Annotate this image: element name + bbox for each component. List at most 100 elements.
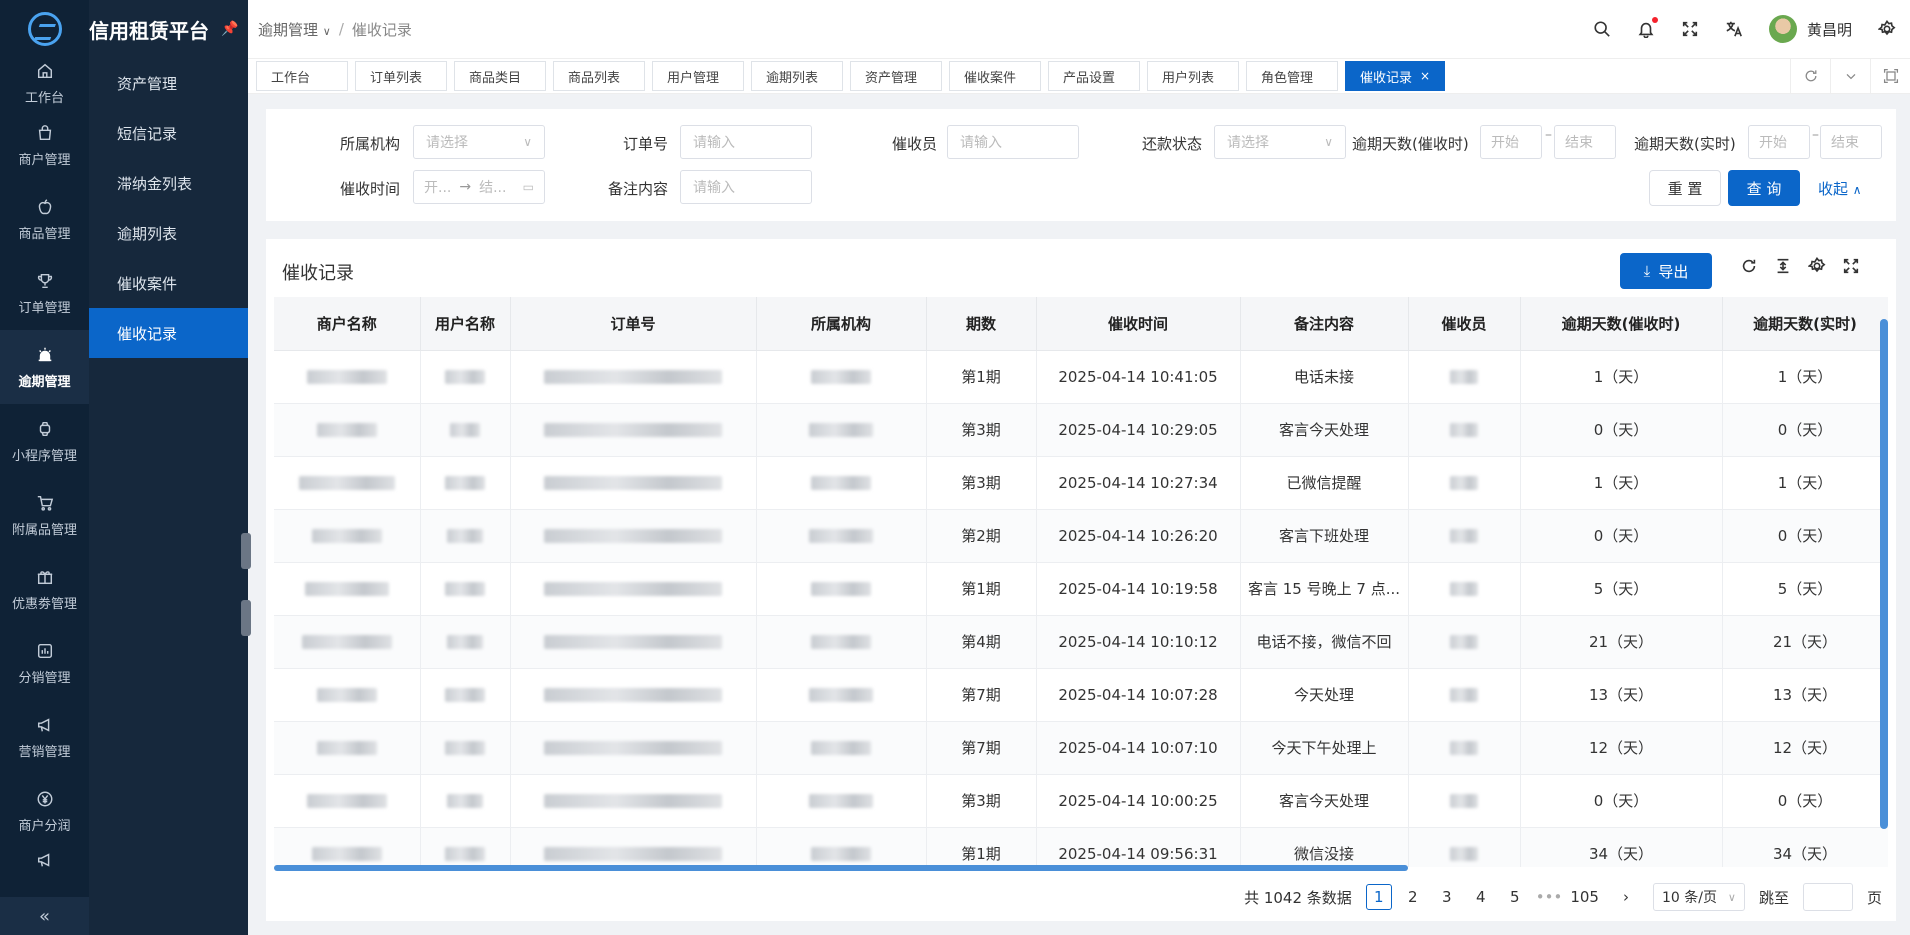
- tab[interactable]: 商品类目: [454, 61, 546, 91]
- submenu-item[interactable]: 短信记录: [89, 108, 248, 158]
- column-header[interactable]: 商户名称: [274, 297, 421, 351]
- rail-item-alarm[interactable]: 逾期管理: [0, 330, 89, 404]
- rail-item-gift[interactable]: 优惠劵管理: [0, 552, 89, 626]
- refresh-icon[interactable]: [1740, 257, 1758, 275]
- page-number[interactable]: 105: [1570, 884, 1599, 910]
- pin-icon[interactable]: 📌: [221, 21, 238, 37]
- page-number[interactable]: 1: [1365, 884, 1392, 910]
- table-row[interactable]: 第1期 2025-04-14 10:41:05 电话未接 1（天） 1（天）: [274, 350, 1888, 404]
- tab[interactable]: 用户管理: [652, 61, 744, 91]
- rail-item-cart[interactable]: 附属品管理: [0, 478, 89, 552]
- tab-bar: 工作台 订单列表 商品类目 商品列表 用户管理 逾期列表 资产管理 催收案件 产品设置 用户列表 角…: [248, 58, 1910, 94]
- table-row[interactable]: 第2期 2025-04-14 10:26:20 客言下班处理 0（天） 0（天）: [274, 509, 1888, 563]
- overdue-real-end[interactable]: 结束: [1820, 125, 1882, 159]
- rail-item-more[interactable]: [0, 848, 89, 878]
- table-row[interactable]: 第1期 2025-04-14 09:56:31 微信没接 34（天） 34（天）: [274, 827, 1888, 867]
- tab[interactable]: 资产管理: [850, 61, 942, 91]
- collapse-sidebar-button[interactable]: «: [0, 897, 89, 935]
- redacted-value: [445, 582, 485, 596]
- rail-item-shop[interactable]: 商户管理: [0, 108, 89, 182]
- bell-icon[interactable]: [1637, 17, 1658, 38]
- column-settings-icon[interactable]: [1807, 256, 1826, 275]
- density-icon[interactable]: [1774, 257, 1792, 275]
- overdue-real-start[interactable]: 开始: [1748, 125, 1810, 159]
- column-header[interactable]: 用户名称: [420, 297, 511, 351]
- horizontal-scrollbar[interactable]: [274, 865, 1408, 871]
- fullscreen-table-icon[interactable]: [1842, 257, 1860, 275]
- overdue-collect-start[interactable]: 开始: [1480, 125, 1542, 159]
- settings-icon[interactable]: [1878, 20, 1896, 38]
- column-header[interactable]: 催收员: [1408, 297, 1521, 351]
- query-button[interactable]: 查 询: [1728, 170, 1800, 206]
- remark-input[interactable]: 请输入: [680, 170, 812, 204]
- rail-item-home[interactable]: 工作台: [0, 58, 89, 108]
- order-input[interactable]: 请输入: [680, 125, 812, 159]
- table-row[interactable]: 第3期 2025-04-14 10:00:25 客言今天处理 0（天） 0（天）: [274, 774, 1888, 828]
- column-header[interactable]: 所属机构: [756, 297, 927, 351]
- cell-time: 2025-04-14 10:10:12: [1036, 615, 1241, 669]
- reset-button[interactable]: 重 置: [1649, 170, 1721, 206]
- avatar[interactable]: [1768, 15, 1797, 43]
- page-number[interactable]: 3: [1434, 884, 1460, 910]
- table-row[interactable]: 第7期 2025-04-14 10:07:28 今天处理 13（天） 13（天）: [274, 668, 1888, 722]
- column-header[interactable]: 订单号: [510, 297, 757, 351]
- tab[interactable]: 催收记录 ×: [1345, 61, 1446, 91]
- tab[interactable]: 工作台: [256, 61, 348, 91]
- tab[interactable]: 角色管理: [1246, 61, 1338, 91]
- table-row[interactable]: 第3期 2025-04-14 10:27:34 已微信提醒 1（天） 1（天）: [274, 456, 1888, 510]
- username[interactable]: 黄昌明: [1807, 19, 1852, 40]
- page-number[interactable]: 4: [1468, 884, 1494, 910]
- table-row[interactable]: 第4期 2025-04-14 10:10:12 电话不接，微信不回 21（天） 21（天…: [274, 615, 1888, 669]
- table-row[interactable]: 第7期 2025-04-14 10:07:10 今天下午处理上 12（天） 12（天）: [274, 721, 1888, 775]
- page-number[interactable]: 2: [1400, 884, 1426, 910]
- maximize-icon[interactable]: [1870, 59, 1910, 93]
- tab[interactable]: 产品设置: [1048, 61, 1140, 91]
- submenu-item[interactable]: 催收案件: [89, 258, 248, 308]
- collector-input[interactable]: 请输入: [947, 125, 1079, 159]
- fullscreen-icon[interactable]: [1681, 20, 1699, 38]
- export-button[interactable]: ⤓ 导出: [1620, 253, 1712, 289]
- submenu-item[interactable]: 逾期列表: [89, 208, 248, 258]
- submenu-item[interactable]: 资产管理: [89, 58, 248, 108]
- org-select[interactable]: 请选择 ∨: [413, 125, 545, 159]
- rail-item-chart[interactable]: 分销管理: [0, 626, 89, 700]
- column-header[interactable]: 逾期天数(催收时): [1520, 297, 1723, 351]
- vertical-scrollbar[interactable]: [1880, 319, 1888, 829]
- tab[interactable]: 订单列表: [355, 61, 447, 91]
- table-row[interactable]: 第3期 2025-04-14 10:29:05 客言今天处理 0（天） 0（天）: [274, 403, 1888, 457]
- translate-icon[interactable]: [1725, 20, 1743, 38]
- column-header[interactable]: 备注内容: [1240, 297, 1409, 351]
- breadcrumb-parent[interactable]: 逾期管理 ∨: [258, 19, 331, 40]
- search-icon[interactable]: [1593, 20, 1611, 38]
- repay-status-select[interactable]: 请选择 ∨: [1214, 125, 1346, 159]
- page-number[interactable]: 5: [1502, 884, 1528, 910]
- table-row[interactable]: 第1期 2025-04-14 10:19:58 客言 15 号晚上 7 点... 5（…: [274, 562, 1888, 616]
- rail-item-apple[interactable]: 商品管理: [0, 182, 89, 256]
- column-header[interactable]: 催收时间: [1036, 297, 1241, 351]
- tab[interactable]: 催收案件: [949, 61, 1041, 91]
- jump-page-input[interactable]: [1802, 883, 1853, 911]
- chevron-down-icon[interactable]: [1830, 59, 1870, 93]
- redacted-value: [311, 529, 382, 543]
- column-header[interactable]: 逾期天数(实时): [1722, 297, 1888, 351]
- rail-item-yen[interactable]: 商户分润: [0, 774, 89, 848]
- next-page-icon[interactable]: ›: [1613, 884, 1639, 910]
- collect-time-range[interactable]: 开... → 结... ▭: [413, 170, 545, 204]
- overdue-collect-end[interactable]: 结束: [1554, 125, 1616, 159]
- tab[interactable]: 用户列表: [1147, 61, 1239, 91]
- page-size-select[interactable]: 10 条/页 ∨: [1652, 883, 1745, 911]
- submenu-item[interactable]: 催收记录: [89, 308, 248, 358]
- rail-item-watch[interactable]: 小程序管理: [0, 404, 89, 478]
- tab[interactable]: 逾期列表: [751, 61, 843, 91]
- rail-item-megaphone[interactable]: 营销管理: [0, 700, 89, 774]
- rail-item-trophy[interactable]: 订单管理: [0, 256, 89, 330]
- collapse-filter-link[interactable]: 收起 ∧: [1818, 178, 1862, 199]
- close-icon[interactable]: ×: [1420, 69, 1430, 83]
- submenu-item[interactable]: 滞纳金列表: [89, 158, 248, 208]
- tab[interactable]: 商品列表: [553, 61, 645, 91]
- refresh-tab-icon[interactable]: [1790, 59, 1830, 93]
- ellipsis-icon[interactable]: •••: [1536, 884, 1563, 910]
- sidebar-resize-handle[interactable]: [241, 600, 251, 636]
- column-header[interactable]: 期数: [926, 297, 1037, 351]
- sidebar-resize-handle[interactable]: [241, 533, 251, 569]
